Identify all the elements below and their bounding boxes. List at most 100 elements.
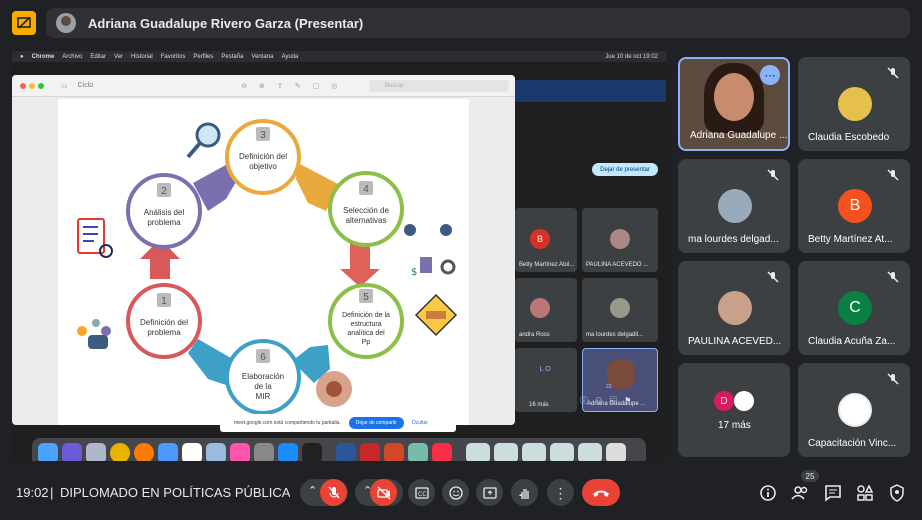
app-store-icon bbox=[278, 443, 298, 461]
mac-menu-item: Ver bbox=[114, 53, 124, 60]
meeting-control-bar: 19:02 | DIPLOMADO EN POLÍTICAS PÚBLICAS … bbox=[0, 466, 922, 520]
step-label: Pp bbox=[362, 339, 371, 346]
mic-off-icon bbox=[327, 485, 340, 499]
mac-menu-item: Historial bbox=[131, 53, 153, 60]
mac-menu-item: Ayuda bbox=[281, 53, 299, 60]
preview-title: Ciclo bbox=[77, 82, 94, 89]
word-icon bbox=[336, 443, 356, 461]
avatar: C bbox=[838, 291, 872, 325]
screen-share-notice: meet.google.com está compartiendo tu pan… bbox=[220, 414, 456, 432]
inner-tile-name: Betty Martínez Atol... bbox=[519, 262, 575, 268]
avatar bbox=[838, 87, 872, 121]
step-label: Definición de la bbox=[342, 312, 390, 319]
host-controls-icon[interactable] bbox=[887, 483, 907, 503]
microphone-off-button[interactable] bbox=[320, 479, 347, 506]
shared-screen: ● Chrome Archivo Editar Ver Historial Fa… bbox=[12, 51, 666, 461]
inner-tile-name: 16 más bbox=[529, 402, 549, 408]
chevron-up-icon[interactable]: ⌃ bbox=[308, 484, 317, 497]
share-notice-text: meet.google.com está compartiendo tu pan… bbox=[234, 420, 341, 426]
warning-sign-icon bbox=[414, 293, 458, 337]
mic-off-icon bbox=[887, 67, 899, 79]
chat-icon[interactable] bbox=[823, 483, 843, 503]
window-thumbnail-icon bbox=[578, 443, 602, 461]
step-label: problema bbox=[147, 328, 181, 337]
step-label: alternativas bbox=[346, 216, 387, 225]
emoji-icon bbox=[448, 485, 463, 500]
inner-stop-presenting-button: Dejar de presentar bbox=[592, 163, 658, 176]
avatar bbox=[718, 189, 752, 223]
step-number-1: 1 bbox=[161, 296, 167, 307]
step-number-6: 6 bbox=[260, 352, 266, 363]
mic-off-icon bbox=[887, 373, 899, 385]
participant-name: Claudia Escobedo bbox=[808, 132, 890, 143]
minimize-window-icon[interactable] bbox=[29, 82, 35, 89]
participant-tile[interactable]: PAULINA ACEVED... bbox=[678, 261, 790, 355]
svg-text:CC: CC bbox=[418, 491, 426, 498]
inner-tile-name: andra Ross bbox=[519, 332, 550, 338]
inner-tile-name: ma lourdes delgadil... bbox=[586, 332, 644, 338]
mic-off-icon bbox=[767, 169, 779, 181]
presenter-info-pill[interactable]: Adriana Guadalupe Rivero Garza (Presenta… bbox=[46, 8, 910, 38]
inner-browser-toolbar bbox=[515, 80, 666, 102]
chrome-icon bbox=[110, 443, 130, 461]
present-screen-icon bbox=[482, 486, 497, 499]
step-label: Análisis del bbox=[144, 208, 185, 217]
reactions-button[interactable] bbox=[442, 479, 469, 506]
inner-tile: PAULINA ACEVEDO ... bbox=[582, 208, 658, 272]
apple-icon: ● bbox=[20, 53, 24, 60]
participant-tile[interactable]: Claudia Escobedo bbox=[798, 57, 910, 151]
step-circle-5: 5 Definición de la estructura analítica … bbox=[328, 283, 404, 359]
sidebar-icon[interactable]: ▭ bbox=[61, 82, 68, 90]
preview-search-input[interactable]: Buscar bbox=[369, 80, 509, 92]
participant-tile[interactable]: Capacitación Vinc... bbox=[798, 363, 910, 457]
svg-text:$: $ bbox=[411, 267, 417, 278]
step-label: analítica del bbox=[347, 330, 385, 337]
present-screen-button[interactable] bbox=[476, 479, 503, 506]
photos-icon bbox=[230, 443, 250, 461]
terminal-icon bbox=[302, 443, 322, 461]
mac-clock: Jue 10 de oct 19:02 bbox=[605, 53, 658, 60]
participant-tile-more[interactable]: D 17 más bbox=[678, 363, 790, 457]
people-count-badge: 25 bbox=[801, 470, 819, 482]
team-puzzle-icon bbox=[316, 371, 352, 407]
step-label: Definición del bbox=[140, 318, 188, 327]
captions-icon: CC bbox=[414, 486, 429, 499]
preview-tool-icons[interactable]: ⊖⊕⇪✎▢◎ bbox=[241, 82, 349, 90]
avatar: D bbox=[714, 391, 734, 411]
window-thumbnail-icon bbox=[522, 443, 546, 461]
people-icon[interactable] bbox=[790, 483, 810, 503]
mac-menu-item: Editar bbox=[90, 53, 106, 60]
participant-tile[interactable]: B Betty Martínez At... bbox=[798, 159, 910, 253]
presenter-bar: Adriana Guadalupe Rivero Garza (Presenta… bbox=[0, 0, 922, 46]
step-circle-2: 2 Análisis del problema bbox=[126, 173, 202, 249]
step-circle-3: 3 Definición del objetivo bbox=[225, 119, 301, 195]
inner-tile: L O 16 más bbox=[515, 348, 577, 412]
maximize-window-icon[interactable] bbox=[38, 82, 44, 89]
captions-button[interactable]: CC bbox=[408, 479, 435, 506]
camera-off-icon bbox=[376, 486, 390, 499]
step-number-3: 3 bbox=[260, 130, 266, 141]
step-label: Elaboración bbox=[242, 372, 284, 381]
hang-up-icon bbox=[593, 490, 609, 497]
close-window-icon[interactable] bbox=[20, 82, 26, 89]
more-options-icon[interactable]: ⋯ bbox=[760, 65, 780, 85]
step-label: Selección de bbox=[343, 206, 389, 215]
mac-menu-item: Ventana bbox=[251, 53, 274, 60]
inner-avatar: B bbox=[530, 229, 550, 249]
mic-off-icon bbox=[887, 271, 899, 283]
meeting-details-icon[interactable] bbox=[758, 483, 778, 503]
participant-tile[interactable]: C Claudia Acuña Za... bbox=[798, 261, 910, 355]
step-label: estructura bbox=[350, 321, 381, 328]
step-label: objetivo bbox=[249, 162, 277, 171]
camera-off-button[interactable] bbox=[370, 479, 397, 506]
step-label: MIR bbox=[256, 392, 271, 401]
participant-face bbox=[714, 73, 754, 121]
raise-hand-button[interactable] bbox=[511, 479, 538, 506]
activities-icon[interactable] bbox=[855, 483, 875, 503]
preview-toolbar: ▭ Ciclo ⊖⊕⇪✎▢◎ Buscar bbox=[12, 75, 515, 97]
more-options-button[interactable]: ⋮ bbox=[547, 479, 574, 506]
leave-call-button[interactable] bbox=[582, 479, 620, 506]
presenter-name: Adriana Guadalupe Rivero Garza (Presenta… bbox=[88, 15, 364, 31]
participant-tile[interactable]: ⋯ Adriana Guadalupe ... bbox=[678, 57, 790, 151]
participant-tile[interactable]: ma lourdes delgad... bbox=[678, 159, 790, 253]
